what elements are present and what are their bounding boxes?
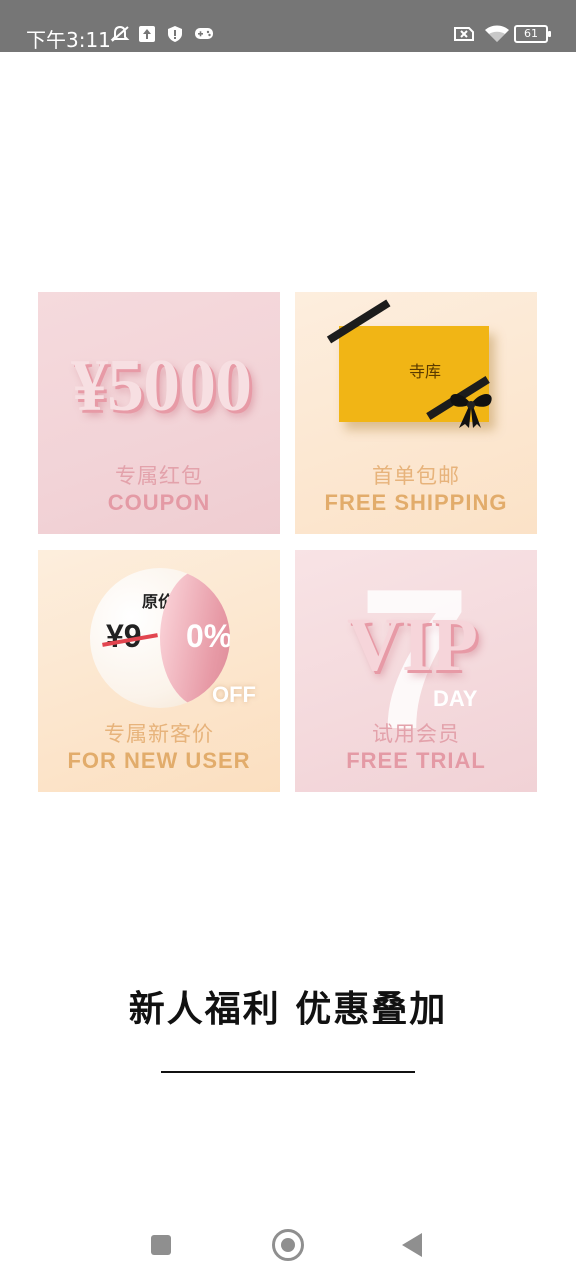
status-icons-right: 61 xyxy=(454,25,551,43)
shipping-en-label: FREE SHIPPING xyxy=(324,490,508,515)
newuser-en-label: FOR NEW USER xyxy=(67,748,251,773)
mute-icon xyxy=(110,25,130,43)
vip-text: VIP xyxy=(347,603,478,687)
newuser-cn-label: 专属新客价 xyxy=(104,722,214,746)
vip-cn-label: 试用会员 xyxy=(372,722,460,746)
coupon-cn-label: 专属红包 xyxy=(115,464,203,488)
vip-day-label: DAY xyxy=(433,686,478,711)
bow-icon xyxy=(450,394,492,428)
gift-ribbon xyxy=(326,299,391,344)
sim-x-icon xyxy=(454,25,474,43)
vip-en-label: FREE TRIAL xyxy=(346,748,486,773)
discount-badge: 原价 ¥9 0% xyxy=(90,568,230,708)
shield-icon xyxy=(166,25,184,43)
status-time: 下午3:11 xyxy=(26,28,111,52)
upload-icon xyxy=(138,25,156,43)
gift-box-image: 寺库 xyxy=(326,299,492,428)
home-button[interactable] xyxy=(272,1229,304,1261)
status-bar: 下午3:11 61 xyxy=(0,0,576,52)
back-button[interactable] xyxy=(402,1233,422,1257)
off-label: OFF xyxy=(212,682,256,707)
coupon-tile[interactable]: ¥5000 专属红包 COUPON xyxy=(38,292,280,534)
recent-apps-button[interactable] xyxy=(151,1235,171,1255)
gift-logo: 寺库 xyxy=(409,362,442,381)
battery-icon: 61 xyxy=(514,25,551,43)
status-icons-left xyxy=(110,25,213,43)
coupon-en-label: COUPON xyxy=(107,490,211,515)
vip-trial-tile[interactable]: 7 VIP DAY 试用会员 FREE TRIAL xyxy=(295,550,537,792)
title-divider xyxy=(161,1071,415,1073)
discount-percent: 0% xyxy=(186,618,230,654)
coupon-amount: ¥5000 xyxy=(71,345,252,427)
shipping-cn-label: 首单包邮 xyxy=(372,464,460,488)
free-shipping-tile[interactable]: 寺库 首单包邮 FREE SHIPPING xyxy=(295,292,537,534)
page-title: 新人福利 优惠叠加 xyxy=(128,989,448,1030)
wifi-icon xyxy=(484,25,509,43)
gamepad-icon xyxy=(194,25,213,43)
new-user-price-tile[interactable]: 原价 ¥9 0% OFF 专属新客价 FOR NEW USER xyxy=(38,550,280,792)
